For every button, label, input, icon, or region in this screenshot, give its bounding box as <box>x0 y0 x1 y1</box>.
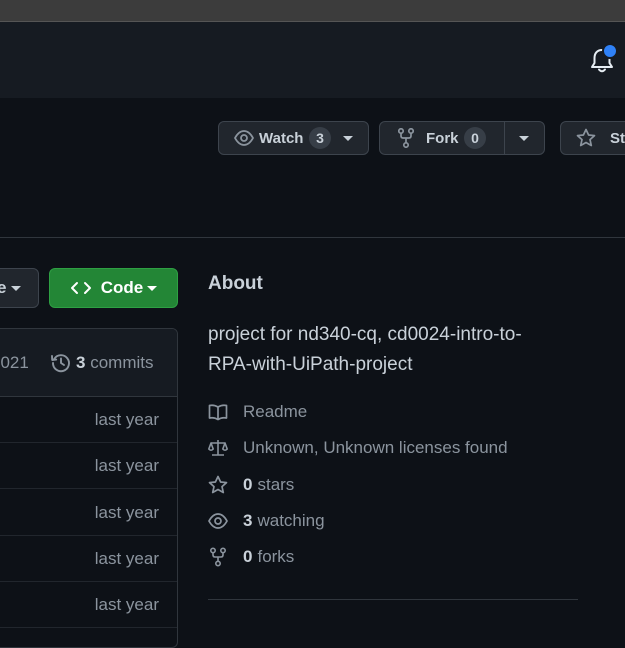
file-row[interactable]: last year <box>0 536 177 582</box>
star-icon <box>576 128 596 152</box>
stars-link[interactable]: 0 stars <box>208 473 294 497</box>
notification-indicator <box>602 43 618 59</box>
chevron-down-icon[interactable] <box>343 136 353 141</box>
fork-label: Fork <box>426 130 459 147</box>
watchers-link[interactable]: 3 watching <box>208 509 325 533</box>
license-label: Unknown, Unknown licenses found <box>243 438 508 457</box>
browser-toolbar-strip <box>0 0 625 22</box>
fork-count: 0 <box>464 127 486 149</box>
fork-button[interactable]: Fork 0 <box>379 121 545 155</box>
watch-dropdown-divider <box>337 122 338 154</box>
file-row[interactable]: last year <box>0 443 177 489</box>
file-row[interactable]: last year <box>0 582 177 628</box>
eye-icon <box>208 513 228 529</box>
fork-dropdown-divider <box>504 122 505 154</box>
description-line: project for nd340-cq, cd0024-intro-to- <box>208 324 522 345</box>
history-icon <box>50 352 72 379</box>
commits-label: commits <box>90 353 154 372</box>
chevron-down-icon <box>147 285 158 291</box>
readme-label: Readme <box>243 402 308 421</box>
eye-icon <box>233 129 255 151</box>
watch-button[interactable]: Watch 3 <box>218 121 369 155</box>
code-button[interactable]: Code <box>49 268 178 308</box>
file-last-updated: last year <box>94 503 159 522</box>
branch-label: e <box>0 278 7 297</box>
description-line: RPA-with-UiPath-project <box>208 354 413 375</box>
file-last-updated: last year <box>94 549 159 568</box>
repo-description: project for nd340-cq, cd0024-intro-to- R… <box>208 320 588 380</box>
commits-link[interactable]: 3 commits <box>76 353 153 373</box>
tabs-divider <box>0 237 625 238</box>
star-label: St <box>610 130 625 147</box>
about-heading: About <box>208 273 263 294</box>
chevron-down-icon <box>11 286 21 291</box>
readme-link[interactable]: Readme <box>208 400 307 424</box>
chevron-down-icon[interactable] <box>519 136 529 141</box>
repo-forked-icon <box>397 127 415 152</box>
file-last-updated: last year <box>94 456 159 475</box>
star-button[interactable]: St <box>560 121 625 155</box>
watch-count: 3 <box>309 127 331 149</box>
file-row[interactable]: last year <box>0 490 177 536</box>
about-divider <box>208 599 578 600</box>
star-icon <box>208 475 228 494</box>
forks-count: 0 <box>243 547 253 566</box>
stars-count: 0 <box>243 475 253 494</box>
file-last-updated: last year <box>94 410 159 429</box>
license-link[interactable]: Unknown, Unknown licenses found <box>208 436 508 460</box>
code-icon <box>70 280 92 296</box>
law-icon <box>208 440 228 456</box>
commits-count: 3 <box>76 353 86 372</box>
file-last-updated: last year <box>94 595 159 614</box>
file-row[interactable]: last year <box>0 397 177 443</box>
code-button-label: Code <box>100 278 144 297</box>
latest-commit-bar: 2021 3 commits <box>0 329 177 397</box>
file-browser: 2021 3 commits last year last year last … <box>0 328 178 648</box>
stars-label: stars <box>257 475 295 494</box>
watching-label: watching <box>257 511 325 530</box>
last-commit-date: 2021 <box>0 353 29 372</box>
repo-forked-icon <box>209 547 227 567</box>
branch-select-button[interactable]: e <box>0 268 39 308</box>
forks-label: forks <box>257 547 295 566</box>
forks-link[interactable]: 0 forks <box>208 545 294 569</box>
watching-count: 3 <box>243 511 253 530</box>
site-header <box>0 22 625 98</box>
watch-label: Watch <box>259 130 304 147</box>
book-icon <box>208 404 228 421</box>
